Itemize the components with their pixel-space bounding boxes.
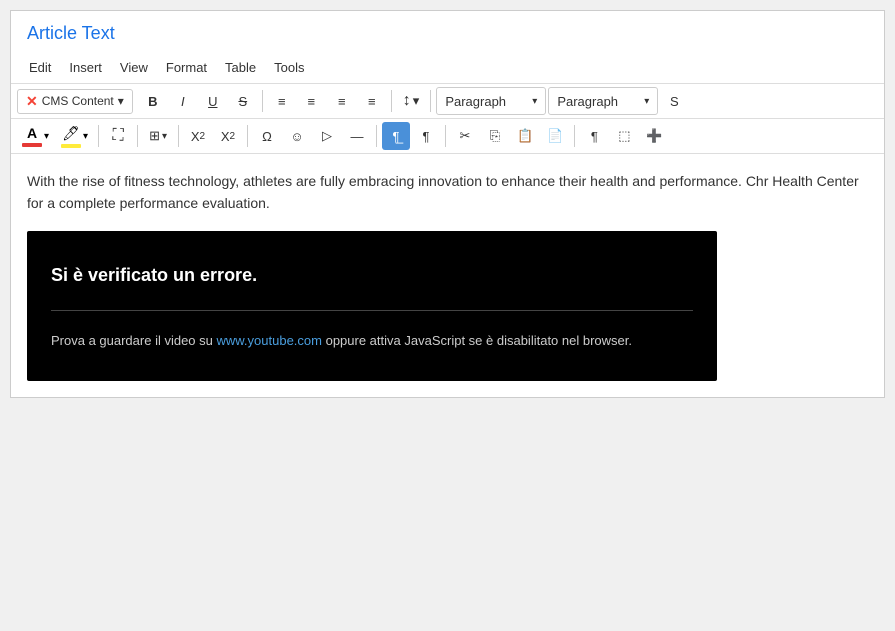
bold-button[interactable]: B bbox=[139, 87, 167, 115]
superscript-button[interactable]: X2 bbox=[214, 122, 242, 150]
strikethrough-button[interactable]: S bbox=[229, 87, 257, 115]
menu-item-insert[interactable]: Insert bbox=[61, 56, 110, 79]
menu-item-view[interactable]: View bbox=[112, 56, 156, 79]
paste-special-button[interactable]: 📄 bbox=[541, 122, 569, 150]
menu-item-edit[interactable]: Edit bbox=[21, 56, 59, 79]
separator-5 bbox=[137, 125, 138, 147]
separator-10 bbox=[574, 125, 575, 147]
article-text: With the rise of fitness technology, ath… bbox=[27, 170, 868, 215]
separator-1 bbox=[262, 90, 263, 112]
cms-content-button[interactable]: ✕ CMS Content ▾ bbox=[17, 89, 133, 114]
line-height-arrow: ▾ bbox=[413, 93, 420, 109]
emoji-button[interactable]: ☺ bbox=[283, 122, 311, 150]
extra-button[interactable]: S bbox=[660, 87, 688, 115]
video-error-block: Si è verificato un errore. Prova a guard… bbox=[27, 231, 717, 382]
paragraph-label-1: Paragraph bbox=[445, 94, 506, 109]
toolbar-row-2: A ▾ 🖊 ▾ ⛶ ⊞ ▾ X2 X2 Ω bbox=[11, 119, 884, 154]
error-title: Si è verificato un errore. bbox=[51, 261, 693, 311]
separator-4 bbox=[98, 125, 99, 147]
bg-color-button[interactable]: 🖊 ▾ bbox=[56, 122, 93, 150]
menu-item-table[interactable]: Table bbox=[217, 56, 264, 79]
copy-button[interactable]: ⎘ bbox=[481, 122, 509, 150]
line-height-icon: ↕ bbox=[403, 92, 411, 110]
menu-item-tools[interactable]: Tools bbox=[266, 56, 312, 79]
selection-button[interactable]: ⬚ bbox=[610, 122, 638, 150]
table-arrow: ▾ bbox=[162, 131, 167, 142]
text-color-label: A bbox=[27, 125, 37, 141]
media-button[interactable]: ▷ bbox=[313, 122, 341, 150]
align-center-button[interactable]: ≡ bbox=[298, 87, 326, 115]
bg-color-arrow: ▾ bbox=[83, 131, 88, 142]
error-detail: Prova a guardare il video su www.youtube… bbox=[51, 331, 693, 352]
bg-color-label: 🖊 bbox=[62, 125, 80, 142]
cms-content-arrow: ▾ bbox=[118, 94, 124, 108]
menu-item-format[interactable]: Format bbox=[158, 56, 215, 79]
align-right-button[interactable]: ≡ bbox=[328, 87, 356, 115]
hr-button[interactable]: — bbox=[343, 122, 371, 150]
align-left-button[interactable]: ≡ bbox=[268, 87, 296, 115]
youtube-link[interactable]: www.youtube.com bbox=[216, 333, 322, 348]
paragraph-dropdown-1[interactable]: Paragraph ▾ bbox=[436, 87, 546, 115]
text-color-arrow: ▾ bbox=[44, 131, 49, 142]
show-blocks-button[interactable]: ¶ bbox=[580, 122, 608, 150]
fullscreen-button[interactable]: ⛶ bbox=[104, 122, 132, 150]
paste-button[interactable]: 📋 bbox=[511, 122, 539, 150]
separator-6 bbox=[178, 125, 179, 147]
table-button[interactable]: ⊞ ▾ bbox=[143, 122, 173, 150]
subscript-button[interactable]: X2 bbox=[184, 122, 212, 150]
text-color-button[interactable]: A ▾ bbox=[17, 122, 54, 150]
line-height-button[interactable]: ↕ ▾ bbox=[397, 87, 426, 115]
special-char-button[interactable]: Ω bbox=[253, 122, 281, 150]
toolbar-row-1: ✕ CMS Content ▾ B I U S ≡ ≡ ≡ ≡ ↕ ▾ Para… bbox=[11, 84, 884, 119]
cut-button[interactable]: ✂ bbox=[451, 122, 479, 150]
dropdown-arrow-2: ▾ bbox=[644, 96, 649, 107]
paragraph-dropdown-2[interactable]: Paragraph ▾ bbox=[548, 87, 658, 115]
joomla-icon: ✕ bbox=[26, 93, 38, 110]
editor-content[interactable]: With the rise of fitness technology, ath… bbox=[11, 154, 884, 397]
underline-button[interactable]: U bbox=[199, 87, 227, 115]
table-icon: ⊞ bbox=[149, 128, 160, 144]
error-detail-suffix: oppure attiva JavaScript se è disabilita… bbox=[322, 333, 632, 348]
separator-8 bbox=[376, 125, 377, 147]
separator-7 bbox=[247, 125, 248, 147]
page-title: Article Text bbox=[11, 11, 884, 52]
separator-3 bbox=[430, 90, 431, 112]
menu-bar: Edit Insert View Format Table Tools bbox=[11, 52, 884, 84]
error-detail-prefix: Prova a guardare il video su bbox=[51, 333, 216, 348]
text-color-indicator bbox=[22, 143, 42, 147]
bg-color-indicator bbox=[61, 144, 81, 148]
editor-wrapper: Article Text Edit Insert View Format Tab… bbox=[10, 10, 885, 398]
dropdown-arrow-1: ▾ bbox=[532, 96, 537, 107]
italic-button[interactable]: I bbox=[169, 87, 197, 115]
cms-content-label: CMS Content bbox=[42, 94, 114, 108]
selected-format-button[interactable]: ¶̲ bbox=[382, 122, 410, 150]
justify-button[interactable]: ≡ bbox=[358, 87, 386, 115]
separator-9 bbox=[445, 125, 446, 147]
more-button[interactable]: ➕ bbox=[640, 122, 668, 150]
separator-2 bbox=[391, 90, 392, 112]
pilcrow-button[interactable]: ¶ bbox=[412, 122, 440, 150]
paragraph-label-2: Paragraph bbox=[557, 94, 618, 109]
